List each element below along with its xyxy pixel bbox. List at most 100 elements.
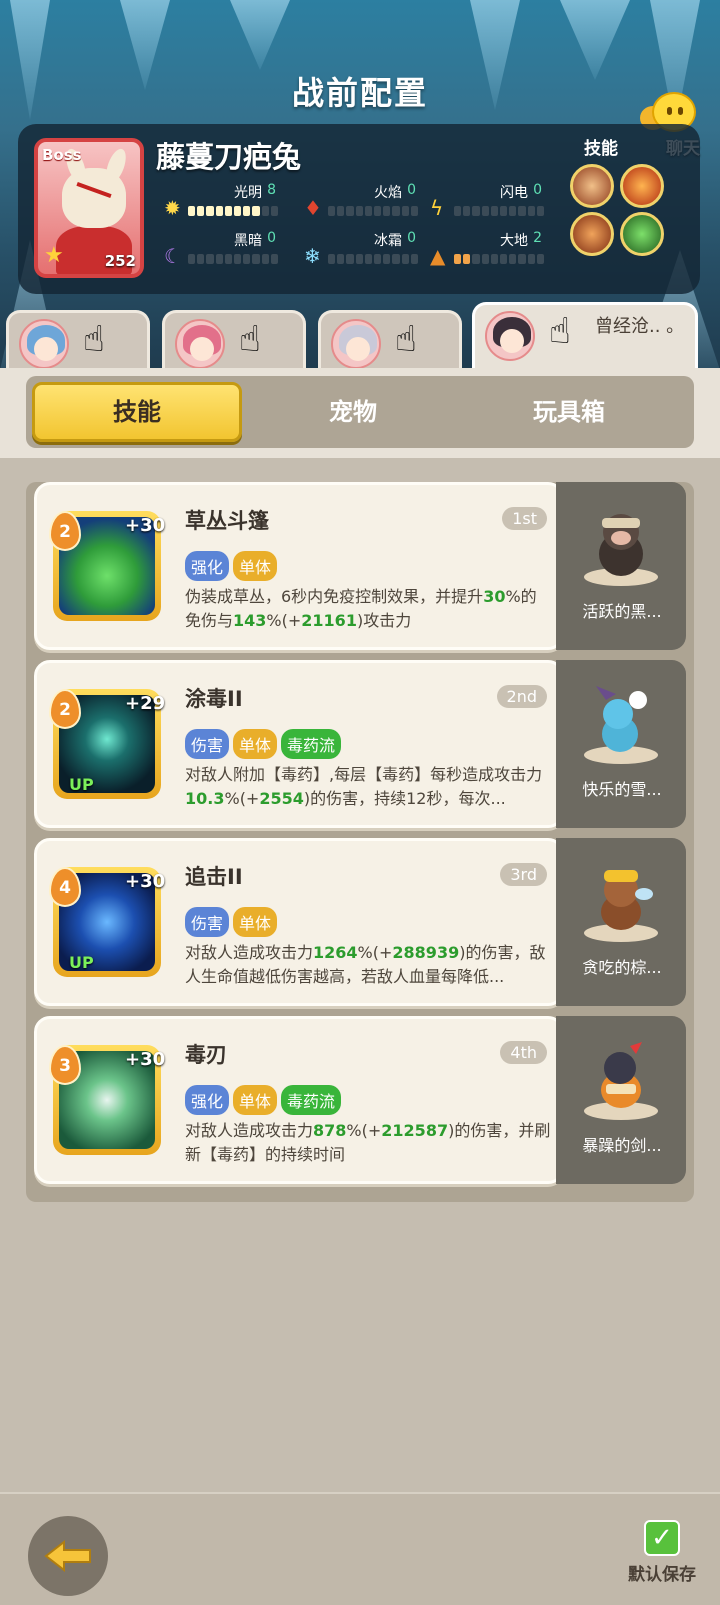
stat-bar [328,206,419,216]
stat-bar [188,206,279,216]
tab-skills[interactable]: 技能 [32,382,242,442]
stat-segment [215,254,223,264]
skill-card[interactable]: 4 +30 UP 追击II 3rd 伤害 单体 对敌人造成攻击力1264%(+2… [34,838,564,1006]
team-member-name: 曾经沧.. 。 [595,316,685,337]
stat-segment [536,254,545,264]
skill-level-badge: 2 [49,511,81,551]
stat-segment [355,206,363,216]
pet-slot[interactable]: 活跃的黑... [556,482,686,650]
tap-hand-icon: ☝ [549,311,571,352]
skill-list: 2 +30 草丛斗篷 1st 强化 单体 伪装成草丛，6秒内免疫控制效果，并提升… [26,482,694,1202]
stat-segment [270,206,279,216]
stat-segment [243,254,251,264]
stat-segment [337,206,345,216]
stat-segment [472,254,480,264]
fire-icon: ♦ [304,196,322,220]
stat-segment [234,254,242,264]
skill-tags: 强化 单体 毒药流 [185,1085,342,1115]
skill-tag: 单体 [233,907,278,937]
skill-description: 对敌人附加【毒药】,每层【毒药】每秒造成攻击力10.3%(+2554)的伤害，持… [185,765,543,808]
pet-slot[interactable]: 快乐的雪... [556,660,686,828]
pet-slot[interactable]: 暴躁的剑... [556,1016,686,1184]
stat-dark: ☾ 黑暗 0 [164,230,284,270]
checkmark-icon: ✓ [644,1520,680,1556]
hero-avatar [331,319,381,369]
stat-segment [481,254,489,264]
stat-segment [490,254,499,264]
stat-segment [536,206,545,216]
skill-tag: 单体 [233,551,278,581]
skill-card[interactable]: 2 +29 UP 涂毒II 2nd 伤害 单体 毒药流 对敌人附加【毒药】,每层… [34,660,564,828]
boss-portrait[interactable]: Boss ★ 252 [34,138,144,278]
boss-name: 藤蔓刀疤兔 [156,140,302,174]
stat-segment [410,254,419,264]
rank-badge: 2nd [496,685,547,708]
pet-slot[interactable]: 贪吃的棕... [556,838,686,1006]
skill-name: 涂毒II [185,687,243,711]
stat-segment [197,254,205,264]
skill-tag: 毒药流 [281,729,342,759]
save-label: 默认保存 [628,1565,696,1585]
skill-tag: 单体 [233,729,278,759]
snow-pet-icon [596,686,647,752]
pet-name: 快乐的雪... [582,780,662,799]
back-button[interactable] [28,1516,108,1596]
skill-description: 伪装成草丛，6秒内免疫控制效果，并提升30%的免伤与143%(+21161)攻击… [185,587,537,630]
skill-card[interactable]: 2 +30 草丛斗篷 1st 强化 单体 伪装成草丛，6秒内免疫控制效果，并提升… [34,482,564,650]
stat-segment [500,254,508,264]
team-tab-1[interactable]: ☝ [6,310,150,370]
skill-tag: 强化 [185,1085,230,1115]
skill-name: 毒刃 [185,1043,227,1067]
stat-segment [454,206,462,216]
stat-segment [188,254,196,264]
stat-segment [490,206,499,216]
stat-segment [518,254,526,264]
stat-segment [401,254,409,264]
brown-bear-pet-icon [601,870,653,930]
stat-segment [188,206,196,216]
bottom-bar: ✓ 默认保存 [0,1492,720,1605]
sun-icon: ✹ [164,196,181,220]
stat-segment [454,254,462,264]
stat-segment [364,254,373,264]
stat-segment [383,254,391,264]
team-tab-3[interactable]: ☝ [318,310,462,370]
stat-segment [355,254,363,264]
stat-bar [188,254,279,264]
stat-segment [392,254,400,264]
stat-segment [410,206,419,216]
stat-segment [215,206,223,216]
boss-skills-label: 技能 [584,139,618,159]
skill-up-label: UP [69,953,94,972]
fire-slash-skill-icon[interactable] [620,164,664,208]
skill-card[interactable]: 3 +30 毒刃 4th 强化 单体 毒药流 对敌人造成攻击力878%(+212… [34,1016,564,1184]
stat-segment [346,206,354,216]
boss-level: 252 [104,252,136,270]
stat-segment [383,206,391,216]
skill-tags: 伤害 单体 毒药流 [185,729,342,759]
tab-pets[interactable]: 宠物 [248,382,458,442]
stat-segment [463,206,471,216]
stat-segment [401,206,409,216]
stat-segment [206,206,214,216]
scratch-skill-icon[interactable] [570,212,614,256]
team-tab-2[interactable]: ☝ [162,310,306,370]
stat-segment [337,254,345,264]
rank-badge: 1st [502,507,547,530]
skill-tags: 伤害 单体 [185,907,278,937]
plant-skill-icon[interactable] [620,212,664,256]
default-save-button[interactable]: ✓ 默认保存 [622,1520,702,1586]
skill-level-badge: 4 [49,867,81,907]
stat-earth: ▲ 大地 2 [430,230,550,270]
stat-segment [518,206,526,216]
boar-pet-icon [599,514,643,576]
stat-segment [328,254,336,264]
stat-segment [481,206,489,216]
claw-skill-icon[interactable] [570,164,614,208]
skill-tag: 单体 [233,1085,278,1115]
skill-description: 对敌人造成攻击力1264%(+288939)的伤害，敌人生命值越低伤害越高，若敌… [185,943,546,986]
tab-toybox[interactable]: 玩具箱 [464,382,674,442]
rank-badge: 3rd [500,863,547,886]
stat-segment [346,254,354,264]
team-tab-4[interactable]: ☝ 曾经沧.. 。 [472,302,698,370]
